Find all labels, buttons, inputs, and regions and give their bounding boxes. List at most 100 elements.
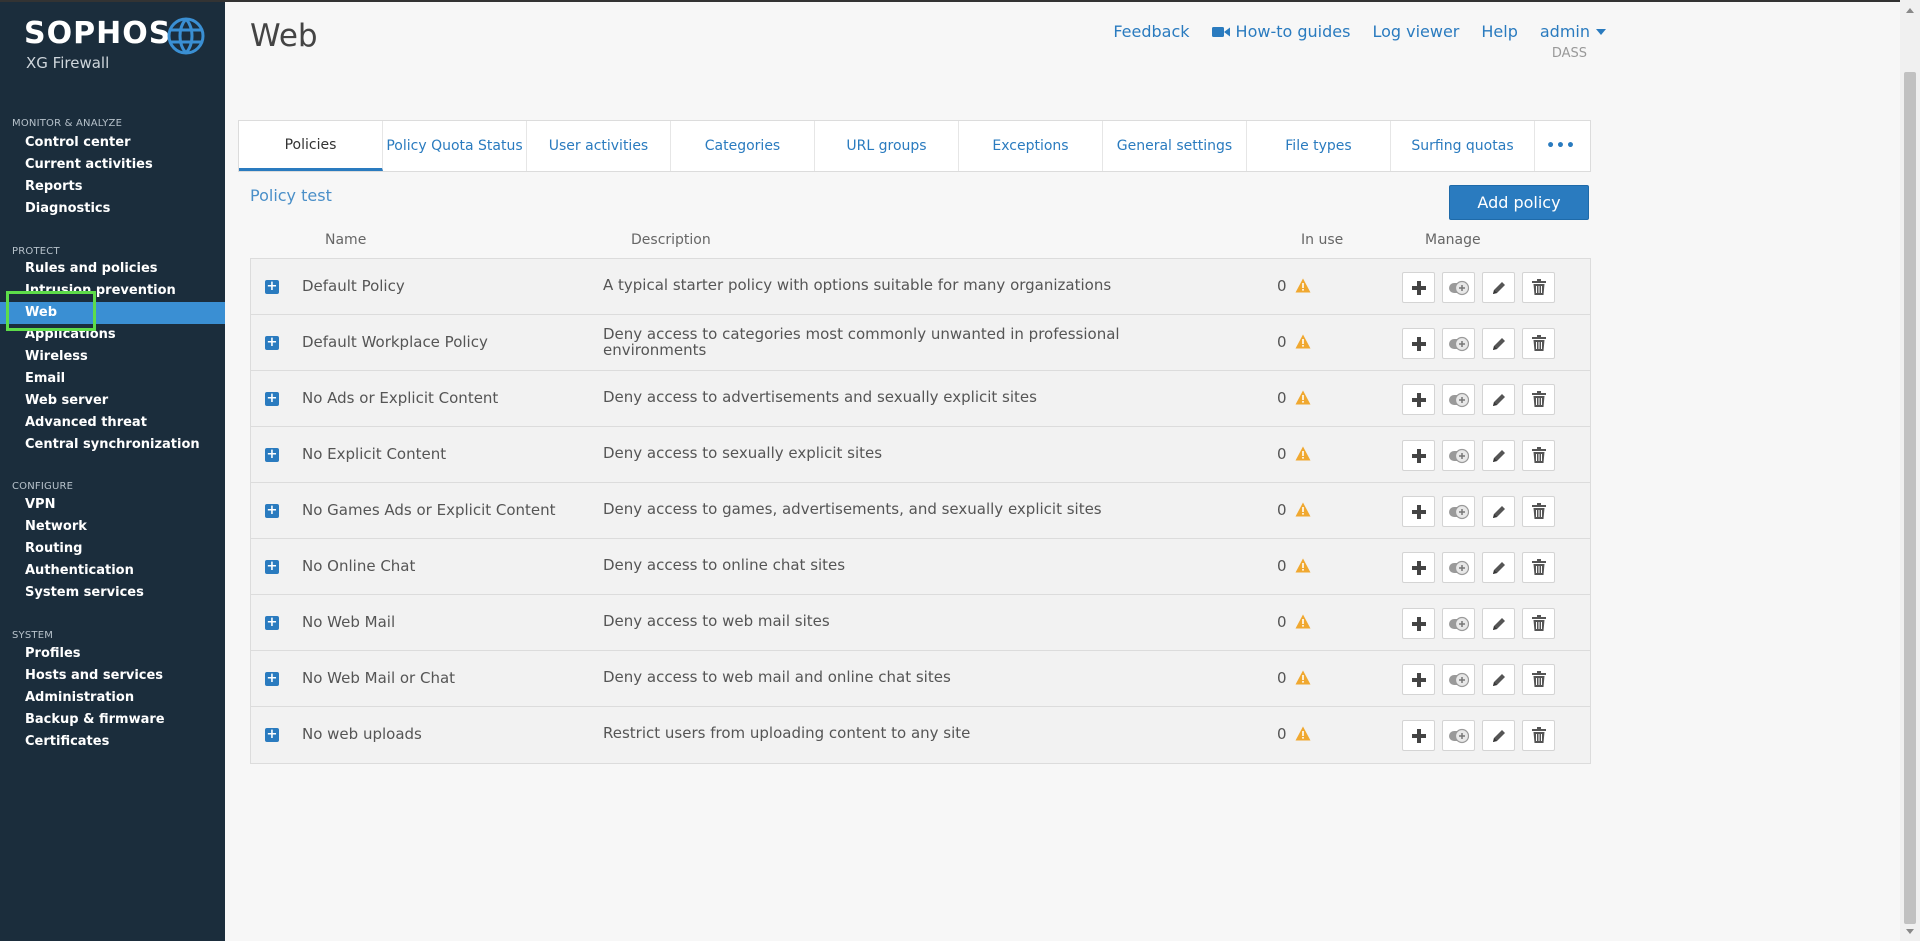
- toggle-button[interactable]: [1442, 384, 1475, 415]
- toggle-icon: [1448, 560, 1470, 576]
- sidebar-item-intrusion-prevention[interactable]: Intrusion prevention: [0, 280, 225, 302]
- sidebar-item-certificates[interactable]: Certificates: [0, 731, 225, 753]
- sidebar-item-advanced-threat[interactable]: Advanced threat: [0, 412, 225, 434]
- add-rule-button[interactable]: [1402, 664, 1435, 695]
- delete-button[interactable]: [1522, 328, 1555, 359]
- sidebar-item-system-services[interactable]: System services: [0, 582, 225, 604]
- toggle-button[interactable]: [1442, 328, 1475, 359]
- sidebar-item-web-server[interactable]: Web server: [0, 390, 225, 412]
- sidebar-item-current-activities[interactable]: Current activities: [0, 154, 225, 176]
- add-rule-button[interactable]: [1402, 608, 1435, 639]
- sidebar-item-hosts-and-services[interactable]: Hosts and services: [0, 665, 225, 687]
- column-description: Description: [631, 232, 711, 248]
- help-link[interactable]: Help: [1481, 22, 1517, 41]
- edit-button[interactable]: [1482, 720, 1515, 751]
- delete-button[interactable]: [1522, 496, 1555, 527]
- edit-button[interactable]: [1482, 552, 1515, 583]
- toggle-button[interactable]: [1442, 440, 1475, 471]
- expand-row-icon[interactable]: +: [265, 280, 279, 294]
- tab-policies[interactable]: Policies: [239, 121, 383, 171]
- toggle-button[interactable]: [1442, 272, 1475, 303]
- delete-button[interactable]: [1522, 384, 1555, 415]
- add-rule-button[interactable]: [1402, 720, 1435, 751]
- tab-exceptions[interactable]: Exceptions: [959, 121, 1103, 171]
- edit-button[interactable]: [1482, 384, 1515, 415]
- add-rule-button[interactable]: [1402, 440, 1435, 471]
- user-menu[interactable]: admin: [1540, 22, 1606, 41]
- sidebar-item-web[interactable]: Web: [0, 302, 225, 324]
- toggle-button[interactable]: [1442, 720, 1475, 751]
- warning-icon: [1295, 670, 1311, 685]
- toggle-button[interactable]: [1442, 496, 1475, 527]
- sidebar-item-network[interactable]: Network: [0, 516, 225, 538]
- add-rule-button[interactable]: [1402, 496, 1435, 527]
- add-rule-button[interactable]: [1402, 384, 1435, 415]
- expand-row-icon[interactable]: +: [265, 504, 279, 518]
- toggle-button[interactable]: [1442, 608, 1475, 639]
- tab-categories[interactable]: Categories: [671, 121, 815, 171]
- delete-button[interactable]: [1522, 720, 1555, 751]
- edit-button[interactable]: [1482, 608, 1515, 639]
- tab-surfing-quotas[interactable]: Surfing quotas: [1391, 121, 1535, 171]
- vertical-scrollbar[interactable]: [1900, 0, 1920, 941]
- sidebar-item-applications[interactable]: Applications: [0, 324, 225, 346]
- delete-button[interactable]: [1522, 608, 1555, 639]
- sidebar-item-administration[interactable]: Administration: [0, 687, 225, 709]
- sidebar-item-profiles[interactable]: Profiles: [0, 643, 225, 665]
- expand-row-icon[interactable]: +: [265, 336, 279, 350]
- warning-icon: [1295, 446, 1311, 461]
- sidebar-item-email[interactable]: Email: [0, 368, 225, 390]
- edit-button[interactable]: [1482, 664, 1515, 695]
- more-tabs-button[interactable]: •••: [1535, 121, 1587, 171]
- delete-button[interactable]: [1522, 272, 1555, 303]
- tab-general-settings[interactable]: General settings: [1103, 121, 1247, 171]
- expand-row-icon[interactable]: +: [265, 560, 279, 574]
- sidebar-item-authentication[interactable]: Authentication: [0, 560, 225, 582]
- sidebar-item-central-synchronization[interactable]: Central synchronization: [0, 434, 225, 456]
- sidebar-item-control-center[interactable]: Control center: [0, 132, 225, 154]
- toggle-button[interactable]: [1442, 664, 1475, 695]
- add-rule-button[interactable]: [1402, 328, 1435, 359]
- sidebar-item-wireless[interactable]: Wireless: [0, 346, 225, 368]
- delete-button[interactable]: [1522, 664, 1555, 695]
- sidebar-item-routing[interactable]: Routing: [0, 538, 225, 560]
- howto-guides-link[interactable]: How-to guides: [1211, 22, 1350, 41]
- sidebar-item-reports[interactable]: Reports: [0, 176, 225, 198]
- toggle-button[interactable]: [1442, 552, 1475, 583]
- log-viewer-link[interactable]: Log viewer: [1372, 22, 1459, 41]
- add-rule-button[interactable]: [1402, 552, 1435, 583]
- toggle-icon: [1448, 504, 1470, 520]
- tab-file-types[interactable]: File types: [1247, 121, 1391, 171]
- scroll-up-button[interactable]: [1900, 0, 1920, 20]
- sophos-logo[interactable]: SOPHOS XG Firewall: [24, 16, 209, 76]
- tab-policy-quota-status[interactable]: Policy Quota Status: [383, 121, 527, 171]
- delete-button[interactable]: [1522, 552, 1555, 583]
- expand-row-icon[interactable]: +: [265, 616, 279, 630]
- sidebar-item-diagnostics[interactable]: Diagnostics: [0, 198, 225, 220]
- trash-icon: [1531, 671, 1547, 688]
- tab-url-groups[interactable]: URL groups: [815, 121, 959, 171]
- edit-button[interactable]: [1482, 496, 1515, 527]
- expand-row-icon[interactable]: +: [265, 448, 279, 462]
- tab-user-activities[interactable]: User activities: [527, 121, 671, 171]
- edit-button[interactable]: [1482, 440, 1515, 471]
- sidebar: SOPHOS XG Firewall MONITOR & ANALYZE Cont…: [0, 0, 225, 941]
- delete-button[interactable]: [1522, 440, 1555, 471]
- manage-actions: [1402, 664, 1555, 695]
- expand-row-icon[interactable]: +: [265, 392, 279, 406]
- expand-row-icon[interactable]: +: [265, 672, 279, 686]
- edit-button[interactable]: [1482, 328, 1515, 359]
- edit-button[interactable]: [1482, 272, 1515, 303]
- policy-test-link[interactable]: Policy test: [250, 186, 332, 205]
- warning-icon: [1295, 502, 1311, 517]
- sidebar-item-vpn[interactable]: VPN: [0, 494, 225, 516]
- expand-row-icon[interactable]: +: [265, 728, 279, 742]
- sidebar-item-rules-and-policies[interactable]: Rules and policies: [0, 258, 225, 280]
- add-policy-button[interactable]: Add policy: [1449, 185, 1589, 220]
- scroll-down-button[interactable]: [1900, 921, 1920, 941]
- sidebar-item-backup-firmware[interactable]: Backup & firmware: [0, 709, 225, 731]
- feedback-link[interactable]: Feedback: [1113, 22, 1189, 41]
- scrollbar-thumb[interactable]: [1904, 72, 1916, 924]
- add-rule-button[interactable]: [1402, 272, 1435, 303]
- column-manage: Manage: [1425, 232, 1481, 248]
